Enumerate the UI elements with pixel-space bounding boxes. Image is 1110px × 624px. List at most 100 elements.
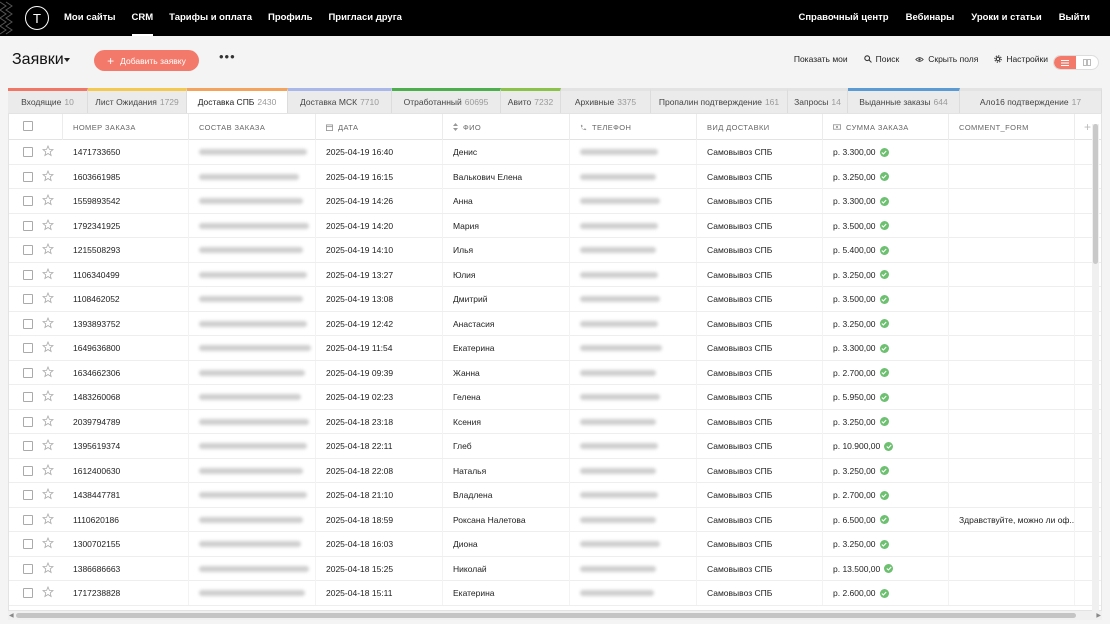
sum-cell[interactable]: р. 10.900,00 (823, 434, 949, 458)
order-number-cell[interactable]: 1386686663 (63, 556, 189, 581)
table-row[interactable]: 1649636800 2025-04-19 11:54 Екатерина Самов… (9, 336, 1101, 361)
delivery-cell[interactable]: Самовывоз СПБ (697, 360, 823, 385)
column-comment[interactable]: COMMENT_FORM (949, 114, 1075, 140)
tab-2[interactable]: Доставка СПБ 2430 (187, 88, 288, 113)
date-cell[interactable]: 2025-04-18 16:03 (316, 532, 443, 556)
view-toggle[interactable] (1053, 55, 1099, 70)
order-content-cell[interactable] (189, 336, 316, 360)
show-mine-button[interactable]: Показать мои (794, 54, 848, 64)
order-number-cell[interactable]: 1108462052 (63, 287, 189, 311)
order-content-cell[interactable] (189, 458, 316, 483)
comment-cell[interactable] (949, 532, 1075, 556)
nav-right-item-1[interactable]: Вебинары (906, 0, 955, 36)
order-content-cell[interactable] (189, 532, 316, 556)
order-number-cell[interactable]: 1110620186 (63, 507, 189, 532)
sum-cell[interactable]: р. 2.700,00 (823, 483, 949, 507)
logo-icon[interactable]: T (25, 6, 49, 30)
phone-cell[interactable] (570, 262, 697, 287)
table-row[interactable]: 1300702155 2025-04-18 16:03 Диона Самовывоз… (9, 532, 1101, 557)
delivery-cell[interactable]: Самовывоз СПБ (697, 458, 823, 483)
sum-cell[interactable]: р. 2.700,00 (823, 360, 949, 385)
order-number-cell[interactable]: 2039794789 (63, 409, 189, 434)
date-cell[interactable]: 2025-04-19 09:39 (316, 360, 443, 385)
tab-5[interactable]: Авито 7232 (501, 88, 561, 113)
order-number-cell[interactable]: 1215508293 (63, 238, 189, 262)
table-row[interactable]: 1559893542 2025-04-19 14:26 Анна Самовывоз … (9, 189, 1101, 214)
name-cell[interactable]: Юлия (443, 262, 570, 287)
date-cell[interactable]: 2025-04-18 23:18 (316, 409, 443, 434)
tab-7[interactable]: Пропалин подтверждение 161 (651, 88, 788, 113)
sum-cell[interactable]: р. 3.250,00 (823, 532, 949, 556)
star-icon[interactable] (42, 218, 54, 231)
order-number-cell[interactable]: 1559893542 (63, 189, 189, 213)
table-row[interactable]: 1438447781 2025-04-18 21:10 Владлена Самовы… (9, 483, 1101, 508)
row-checkbox[interactable] (23, 269, 33, 280)
column-name[interactable]: ФИО (443, 114, 570, 140)
comment-cell[interactable] (949, 458, 1075, 483)
delivery-cell[interactable]: Самовывоз СПБ (697, 507, 823, 532)
table-row[interactable]: 1386686663 2025-04-18 15:25 Николай Самовыв… (9, 556, 1101, 581)
delivery-cell[interactable]: Самовывоз СПБ (697, 164, 823, 189)
nav-item-3[interactable]: Профиль (268, 0, 312, 36)
phone-cell[interactable] (570, 336, 697, 360)
tab-6[interactable]: Архивные 3375 (561, 88, 651, 113)
delivery-cell[interactable]: Самовывоз СПБ (697, 238, 823, 262)
column-phone[interactable]: ТЕЛЕФОН (570, 114, 697, 140)
sum-cell[interactable]: р. 3.300,00 (823, 140, 949, 164)
nav-right-item-0[interactable]: Справочный центр (798, 0, 888, 36)
order-number-cell[interactable]: 1393893752 (63, 311, 189, 336)
date-cell[interactable]: 2025-04-18 21:10 (316, 483, 443, 507)
search-button[interactable]: Поиск (863, 54, 899, 64)
table-row[interactable]: 2039794789 2025-04-18 23:18 Ксения Самовыво… (9, 409, 1101, 434)
column-date[interactable]: ДАТА (316, 114, 443, 140)
tab-9[interactable]: Выданные заказы 644 (848, 88, 960, 113)
phone-cell[interactable] (570, 434, 697, 458)
order-number-cell[interactable]: 1603661985 (63, 164, 189, 189)
order-number-cell[interactable]: 1300702155 (63, 532, 189, 556)
phone-cell[interactable] (570, 238, 697, 262)
star-icon[interactable] (42, 145, 54, 157)
order-content-cell[interactable] (189, 189, 316, 213)
order-content-cell[interactable] (189, 409, 316, 434)
name-cell[interactable]: Николай (443, 556, 570, 581)
delivery-cell[interactable]: Самовывоз СПБ (697, 483, 823, 507)
vertical-scroll-thumb[interactable] (1093, 124, 1098, 264)
comment-cell[interactable] (949, 581, 1075, 605)
scroll-right-icon[interactable]: ▶ (1096, 612, 1101, 619)
horizontal-scrollbar[interactable]: ◀ ▶ (8, 611, 1102, 620)
order-number-cell[interactable]: 1471733650 (63, 140, 189, 164)
sum-cell[interactable]: р. 2.600,00 (823, 581, 949, 605)
sum-cell[interactable]: р. 3.250,00 (823, 409, 949, 434)
name-cell[interactable]: Диона (443, 532, 570, 556)
order-content-cell[interactable] (189, 483, 316, 507)
date-cell[interactable]: 2025-04-19 14:26 (316, 189, 443, 213)
name-cell[interactable]: Гелена (443, 385, 570, 409)
star-icon[interactable] (42, 243, 54, 255)
date-cell[interactable]: 2025-04-19 02:23 (316, 385, 443, 409)
order-content-cell[interactable] (189, 360, 316, 385)
table-row[interactable]: 1215508293 2025-04-19 14:10 Илья Самовывоз … (9, 238, 1101, 263)
table-row[interactable]: 1717238828 2025-04-18 15:11 Екатерина Самов… (9, 581, 1101, 606)
order-content-cell[interactable] (189, 164, 316, 189)
phone-cell[interactable] (570, 140, 697, 164)
date-cell[interactable]: 2025-04-19 14:10 (316, 238, 443, 262)
delivery-cell[interactable]: Самовывоз СПБ (697, 556, 823, 581)
sum-cell[interactable]: р. 6.500,00 (823, 507, 949, 532)
row-checkbox[interactable] (23, 441, 33, 451)
date-cell[interactable]: 2025-04-19 14:20 (316, 213, 443, 238)
date-cell[interactable]: 2025-04-18 15:11 (316, 581, 443, 605)
tab-4[interactable]: Отработанный 60695 (392, 88, 501, 113)
date-cell[interactable]: 2025-04-19 16:40 (316, 140, 443, 164)
row-checkbox[interactable] (23, 245, 33, 255)
name-cell[interactable]: Анна (443, 189, 570, 213)
sum-cell[interactable]: р. 5.950,00 (823, 385, 949, 409)
order-number-cell[interactable]: 1395619374 (63, 434, 189, 458)
delivery-cell[interactable]: Самовывоз СПБ (697, 287, 823, 311)
star-icon[interactable] (42, 586, 54, 598)
name-cell[interactable]: Илья (443, 238, 570, 262)
star-icon[interactable] (42, 267, 54, 280)
star-icon[interactable] (42, 169, 54, 182)
delivery-cell[interactable]: Самовывоз СПБ (697, 581, 823, 605)
sum-cell[interactable]: р. 3.500,00 (823, 213, 949, 238)
star-icon[interactable] (42, 439, 54, 451)
